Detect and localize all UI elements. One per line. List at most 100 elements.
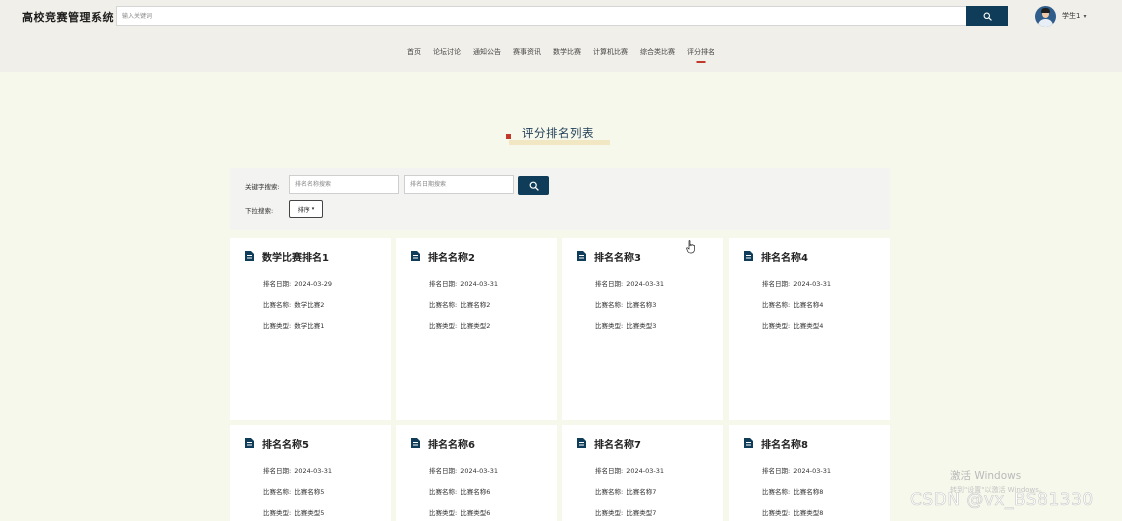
card-date-row: 排名日期: 2024-03-31 [762,465,831,475]
user-menu[interactable]: 学生1 ▾ [1035,5,1086,27]
card-competition-name-label: 比赛名称: [263,488,292,496]
card-title[interactable]: 排名名称8 [761,436,808,451]
card-date: 2024-03-31 [460,467,498,475]
card-competition-name-label: 比赛名称: [762,301,791,309]
nav-item-news[interactable]: 赛事资讯 [513,44,541,64]
keyword-search-label: 关键字搜索: [245,183,280,191]
rank-name-search-input[interactable] [289,175,399,194]
card-competition-type-row: 比赛类型: 比赛类型6 [429,507,490,517]
hand-cursor-icon [686,240,695,254]
page-title-text: 评分排名列表 [522,126,594,140]
ranking-card[interactable]: 排名名称4 排名日期: 2024-03-31 比赛名称: 比赛名称4 比赛类型: 比赛… [729,238,890,420]
global-search [116,6,1008,26]
card-date-label: 排名日期: [429,467,458,475]
card-competition-type: 比赛类型8 [793,509,824,517]
nav-item-ranking[interactable]: 评分排名 [687,44,715,64]
card-competition-name-row: 比赛名称: 比赛名称6 [429,486,490,496]
card-competition-name: 比赛名称7 [626,488,657,496]
sort-dropdown[interactable]: 排序 ▾ [289,200,323,218]
global-search-input[interactable] [116,6,967,26]
card-competition-type: 比赛类型2 [460,322,491,330]
card-competition-name: 数学比赛2 [294,301,325,309]
card-title[interactable]: 数学比赛排名1 [262,249,329,264]
card-date-label: 排名日期: [595,280,624,288]
card-competition-name-row: 比赛名称: 数学比赛2 [263,299,324,309]
card-competition-type-row: 比赛类型: 比赛类型7 [595,507,656,517]
card-competition-name-row: 比赛名称: 比赛名称8 [762,486,823,496]
sort-dropdown-label: 排序 [297,206,310,214]
card-competition-type-row: 比赛类型: 比赛类型2 [429,320,490,330]
card-competition-name: 比赛名称2 [460,301,491,309]
card-competition-type: 比赛类型6 [460,509,491,517]
card-competition-name: 比赛名称3 [626,301,657,309]
document-icon [245,438,254,448]
document-icon [411,438,420,448]
card-competition-type-row: 比赛类型: 比赛类型5 [263,507,324,517]
ranking-card[interactable]: 排名名称2 排名日期: 2024-03-31 比赛名称: 比赛名称2 比赛类型: 比赛… [396,238,557,420]
card-date: 2024-03-31 [460,280,498,288]
ranking-card[interactable]: 数学比赛排名1 排名日期: 2024-03-29 比赛名称: 数学比赛2 比赛类型:… [230,238,391,420]
document-icon [245,251,254,261]
document-icon [744,251,753,261]
nav-item-notice[interactable]: 通知公告 [473,44,501,64]
rank-date-search-input[interactable] [404,175,514,194]
nav-item-general-contest[interactable]: 综合类比赛 [640,44,675,64]
card-date-row: 排名日期: 2024-03-31 [429,278,498,288]
chevron-down-icon: ▾ [311,206,315,212]
card-competition-name-row: 比赛名称: 比赛名称5 [263,486,324,496]
card-competition-type: 比赛类型7 [626,509,657,517]
card-competition-name: 比赛名称6 [460,488,491,496]
card-date: 2024-03-31 [626,280,664,288]
title-flag-icon [506,134,511,139]
card-date-row: 排名日期: 2024-03-31 [595,278,664,288]
ranking-card[interactable]: 排名名称8 排名日期: 2024-03-31 比赛名称: 比赛名称8 比赛类型: 比赛… [729,425,890,521]
card-competition-type-label: 比赛类型: [429,509,458,517]
card-competition-type: 比赛类型3 [626,322,657,330]
card-competition-name-label: 比赛名称: [429,488,458,496]
card-title[interactable]: 排名名称4 [761,249,808,264]
card-title[interactable]: 排名名称3 [594,249,641,264]
card-title[interactable]: 排名名称7 [594,436,641,451]
document-icon [411,251,420,261]
page-title: 评分排名列表 [506,124,616,148]
card-competition-name-label: 比赛名称: [595,488,624,496]
ranking-card[interactable]: 排名名称3 排名日期: 2024-03-31 比赛名称: 比赛名称3 比赛类型: 比赛… [562,238,723,420]
card-date-row: 排名日期: 2024-03-31 [595,465,664,475]
card-date-row: 排名日期: 2024-03-31 [429,465,498,475]
card-competition-name-label: 比赛名称: [429,301,458,309]
card-competition-name-label: 比赛名称: [263,301,292,309]
card-competition-name-label: 比赛名称: [595,301,624,309]
ranking-card[interactable]: 排名名称6 排名日期: 2024-03-31 比赛名称: 比赛名称6 比赛类型: 比赛… [396,425,557,521]
nav-item-math-contest[interactable]: 数学比赛 [553,44,581,64]
card-competition-name-row: 比赛名称: 比赛名称7 [595,486,656,496]
search-icon [983,12,992,21]
card-title[interactable]: 排名名称6 [428,436,475,451]
card-date-label: 排名日期: [263,467,292,475]
ranking-card[interactable]: 排名名称5 排名日期: 2024-03-31 比赛名称: 比赛名称5 比赛类型: 比赛… [230,425,391,521]
card-date-row: 排名日期: 2024-03-29 [263,278,332,288]
card-competition-name: 比赛名称5 [294,488,325,496]
document-icon [744,438,753,448]
global-search-button[interactable] [966,6,1008,26]
user-name[interactable]: 学生1 [1062,11,1080,21]
avatar[interactable] [1035,5,1056,27]
filter-search-button[interactable] [518,176,549,195]
card-competition-name-label: 比赛名称: [762,488,791,496]
card-date: 2024-03-31 [294,467,332,475]
card-competition-type-label: 比赛类型: [762,509,791,517]
chevron-down-icon[interactable]: ▾ [1083,13,1086,20]
card-date-label: 排名日期: [595,467,624,475]
csdn-watermark: CSDN @vx_BS81330 [910,490,1094,511]
card-date-label: 排名日期: [429,280,458,288]
card-competition-type: 比赛类型5 [294,509,325,517]
site-title[interactable]: 高校竞赛管理系统 [22,9,114,25]
card-date: 2024-03-29 [294,280,332,288]
ranking-card[interactable]: 排名名称7 排名日期: 2024-03-31 比赛名称: 比赛名称7 比赛类型: 比赛… [562,425,723,521]
nav-item-computer-contest[interactable]: 计算机比赛 [593,44,628,64]
card-title[interactable]: 排名名称5 [262,436,309,451]
document-icon [577,438,586,448]
nav-item-forum[interactable]: 论坛讨论 [433,44,461,64]
card-competition-type-label: 比赛类型: [263,509,292,517]
nav-item-home[interactable]: 首页 [407,44,421,64]
card-title[interactable]: 排名名称2 [428,249,475,264]
